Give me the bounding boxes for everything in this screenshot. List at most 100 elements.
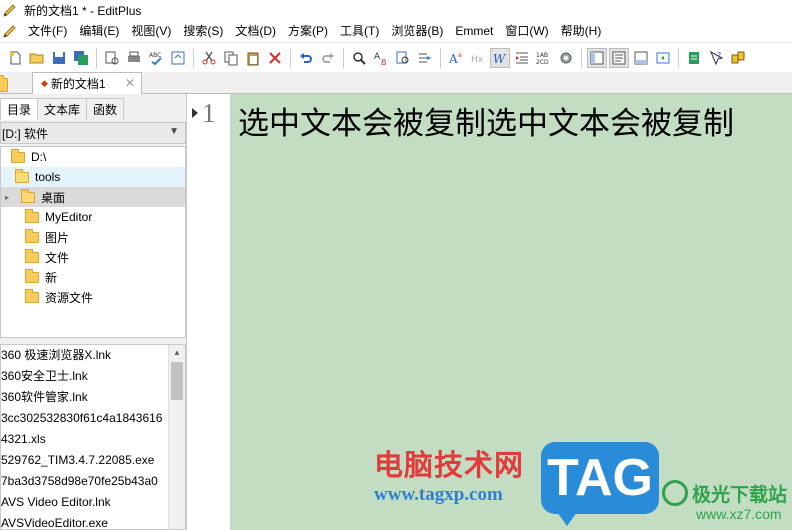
- file-item[interactable]: AVS Video Editor.lnk: [1, 492, 169, 513]
- font-icon[interactable]: Aa: [446, 48, 466, 68]
- svg-text:Hx: Hx: [471, 55, 484, 65]
- tree-item-tools[interactable]: tools: [1, 167, 185, 187]
- tree-item-label: 文件: [45, 250, 70, 265]
- tree-item-label: 资源文件: [45, 290, 94, 305]
- tree-item-files[interactable]: 文件: [1, 247, 185, 267]
- chevron-down-icon[interactable]: ▼: [169, 126, 179, 137]
- toolbar-separator: [678, 47, 679, 68]
- help-icon[interactable]: ?: [706, 48, 726, 68]
- tree-item-pictures[interactable]: 图片: [1, 227, 185, 247]
- modified-marker-icon: ◆: [41, 78, 48, 88]
- menu-view[interactable]: 视图(V): [125, 20, 177, 42]
- tree-item-resources[interactable]: 资源文件: [1, 287, 185, 307]
- drive-select-value: [D:] 软件: [2, 126, 49, 141]
- tab-directory[interactable]: 目录: [0, 98, 39, 120]
- menu-help[interactable]: 帮助(H): [555, 20, 608, 42]
- directory-panel: 目录 文本库 函数 [D:] 软件 ▼ D:\ tools ▸ 桌面 MyEdi…: [0, 94, 187, 530]
- tree-item-label: D:\: [31, 150, 47, 164]
- file-item[interactable]: 3cc302532830f61c4a1843616: [1, 408, 169, 429]
- svg-text:B: B: [381, 58, 387, 66]
- tree-item-new[interactable]: 新: [1, 267, 185, 287]
- file-item[interactable]: 7ba3d3758d98e70fe25b43a0: [1, 471, 169, 492]
- folder-icon: [25, 208, 39, 223]
- svg-text:A: A: [448, 52, 458, 66]
- save-all-icon[interactable]: [71, 48, 91, 68]
- watermark-logo-name: 极光下载站: [692, 485, 788, 506]
- toolbar-separator: [440, 47, 441, 68]
- tab-functions[interactable]: 函数: [86, 98, 125, 120]
- open-icon[interactable]: [27, 48, 47, 68]
- file-item[interactable]: 360 极速浏览器X.lnk: [1, 345, 169, 366]
- tab-new-document-1[interactable]: ◆ 新的文档1 ✕: [32, 72, 142, 94]
- new-icon[interactable]: [5, 48, 25, 68]
- menu-document[interactable]: 文档(D): [229, 20, 282, 42]
- menu-search[interactable]: 搜索(S): [177, 20, 229, 42]
- word-wrap-icon[interactable]: W: [490, 47, 510, 68]
- file-item[interactable]: AVSVideoEditor.exe: [1, 513, 169, 529]
- menu-tools[interactable]: 工具(T): [334, 20, 385, 42]
- replace-icon[interactable]: AB: [371, 48, 391, 68]
- file-item[interactable]: 360安全卫士.lnk: [1, 366, 169, 387]
- editplus-app-icon[interactable]: [2, 2, 18, 18]
- menu-emmet[interactable]: Emmet: [449, 20, 499, 42]
- line-number-gutter: 1: [188, 94, 230, 530]
- menu-browser[interactable]: 浏览器(B): [385, 20, 449, 42]
- delete-icon[interactable]: [265, 48, 285, 68]
- fullscreen-icon[interactable]: [653, 48, 673, 68]
- cliptext-window-icon[interactable]: [609, 47, 629, 68]
- redo-icon[interactable]: [318, 48, 338, 68]
- save-icon[interactable]: [49, 48, 69, 68]
- find-in-files-icon[interactable]: [393, 48, 413, 68]
- tab-cliptext[interactable]: 文本库: [37, 98, 88, 120]
- menu-project[interactable]: 方案(P): [282, 20, 334, 42]
- plugin-icon[interactable]: [728, 48, 748, 68]
- user-tool-icon[interactable]: [684, 48, 704, 68]
- hex-icon[interactable]: Hx: [468, 48, 488, 68]
- indent-icon[interactable]: [512, 48, 532, 68]
- print-preview-icon[interactable]: [102, 48, 122, 68]
- paste-icon[interactable]: [243, 48, 263, 68]
- ruler-icon[interactable]: 1AB 2CD: [534, 48, 554, 68]
- scrollbar-thumb[interactable]: [171, 362, 183, 400]
- folder-open-icon: [21, 188, 35, 203]
- undo-icon[interactable]: [296, 48, 316, 68]
- cut-icon[interactable]: [199, 48, 219, 68]
- browser-preview-icon[interactable]: [168, 48, 188, 68]
- spellcheck-icon[interactable]: ABC: [146, 48, 166, 68]
- menu-window[interactable]: 窗口(W): [499, 20, 554, 42]
- folder-icon: [25, 288, 39, 303]
- watermark-site-name: 电脑技术网: [374, 450, 525, 482]
- file-list-scrollbar[interactable]: ▲: [168, 345, 185, 529]
- tree-item-myeditor[interactable]: MyEditor: [1, 207, 185, 227]
- print-icon[interactable]: [124, 48, 144, 68]
- scroll-up-icon[interactable]: ▲: [169, 345, 185, 361]
- menu-file[interactable]: 文件(F): [22, 20, 73, 42]
- watermark-url: www.tagxp.com: [374, 484, 503, 505]
- tree-item-label: 新: [45, 270, 58, 285]
- output-window-icon[interactable]: [631, 48, 651, 68]
- menu-edit[interactable]: 编辑(E): [73, 20, 125, 42]
- settings-icon[interactable]: [556, 48, 576, 68]
- editor-text[interactable]: 选中文本会被复制选中文本会被复制: [238, 98, 734, 143]
- expander-icon[interactable]: ▸: [5, 193, 9, 202]
- svg-text:2CD: 2CD: [536, 59, 549, 66]
- file-item[interactable]: 529762_TIM3.4.7.22085.exe: [1, 450, 169, 471]
- file-item[interactable]: 360软件管家.lnk: [1, 387, 169, 408]
- folder-icon: [11, 148, 25, 163]
- find-icon[interactable]: [349, 48, 369, 68]
- tree-item-label: tools: [35, 170, 61, 184]
- goto-line-icon[interactable]: [415, 48, 435, 68]
- toolbar: ABC AB Aa Hx W 1AB 2CD ?: [0, 42, 792, 72]
- title-bar: 新的文档1 * - EditPlus: [0, 0, 792, 20]
- tree-item-desktop[interactable]: ▸ 桌面: [1, 187, 185, 207]
- folder-tree: D:\ tools ▸ 桌面 MyEditor 图片 文件 新 资源文件: [0, 146, 186, 338]
- file-item[interactable]: 4321.xls: [1, 429, 169, 450]
- drive-select[interactable]: [D:] 软件 ▼: [0, 122, 186, 144]
- folder-icon: [25, 268, 39, 283]
- tree-item-label: 图片: [45, 230, 70, 245]
- toolbar-separator: [290, 47, 291, 68]
- tree-item-d-drive[interactable]: D:\: [1, 147, 185, 167]
- close-tab-icon[interactable]: ✕: [125, 76, 135, 90]
- copy-icon[interactable]: [221, 48, 241, 68]
- directory-window-icon[interactable]: [587, 47, 607, 68]
